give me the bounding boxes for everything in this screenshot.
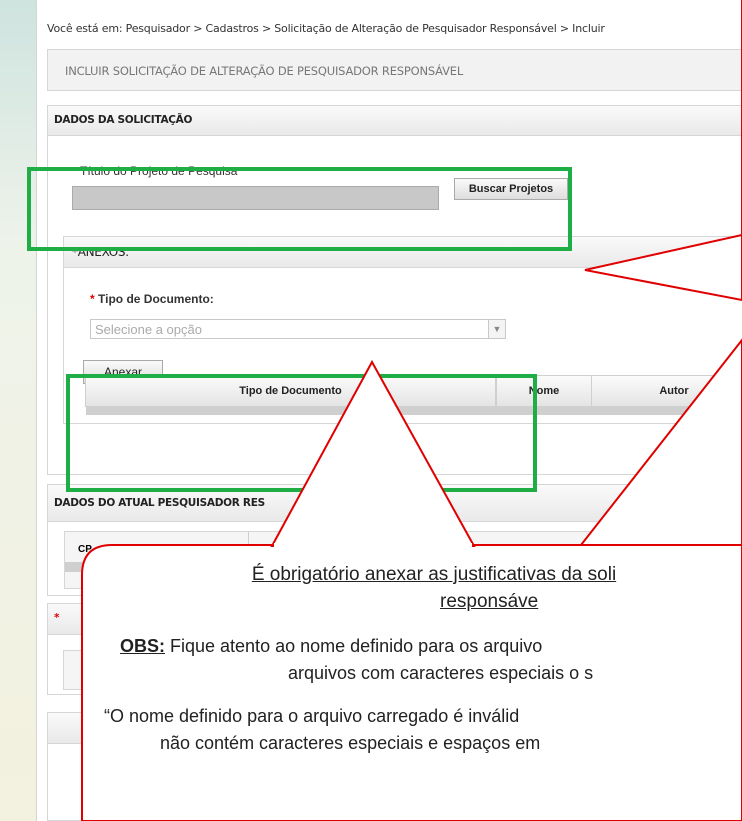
callout-obs: OBS: Fique atento ao nome definido para … bbox=[84, 633, 742, 660]
callout-pointer-table bbox=[270, 359, 476, 547]
callout-quote-line1: “O nome definido para o arquivo carregad… bbox=[104, 706, 520, 726]
callout-line2: responsáve bbox=[440, 591, 539, 612]
callout-obs-label: OBS: bbox=[120, 636, 165, 656]
callout-obs-line2: arquivos com caracteres especiais o s bbox=[288, 663, 594, 683]
callout-obs-text: Fique atento ao nome definido para os ar… bbox=[165, 636, 543, 656]
callout-pointer-right-lower bbox=[578, 338, 742, 546]
callout-text: É obrigatório anexar as justificativas d… bbox=[84, 561, 742, 757]
callout-line1: É obrigatório anexar as justificativas d… bbox=[251, 564, 617, 585]
callout-pointer-right bbox=[584, 233, 742, 302]
callout-quote-line2: não contém caracteres especiais e espaço… bbox=[160, 733, 541, 753]
